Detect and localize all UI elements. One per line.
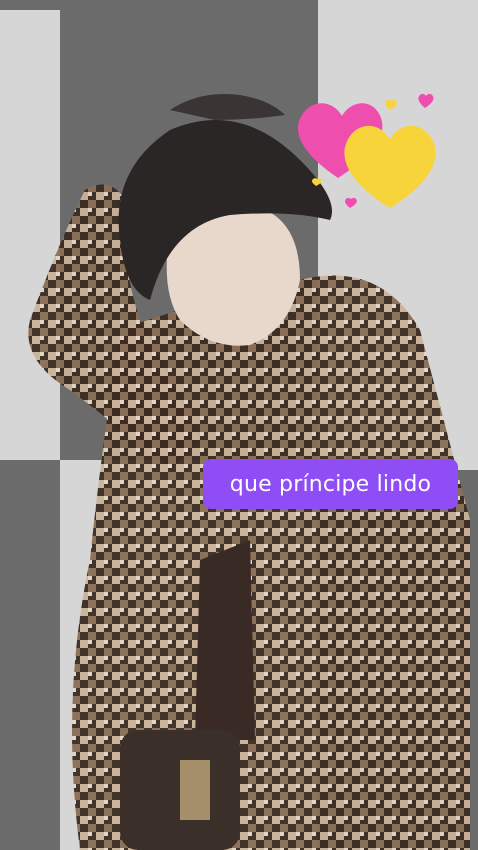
heart-sticker-icon — [297, 93, 436, 208]
caption-sticker: que príncipe lindo — [203, 459, 458, 509]
story-viewer: que príncipe lindo — [0, 0, 478, 850]
caption-sticker-text: que príncipe lindo — [229, 471, 432, 497]
